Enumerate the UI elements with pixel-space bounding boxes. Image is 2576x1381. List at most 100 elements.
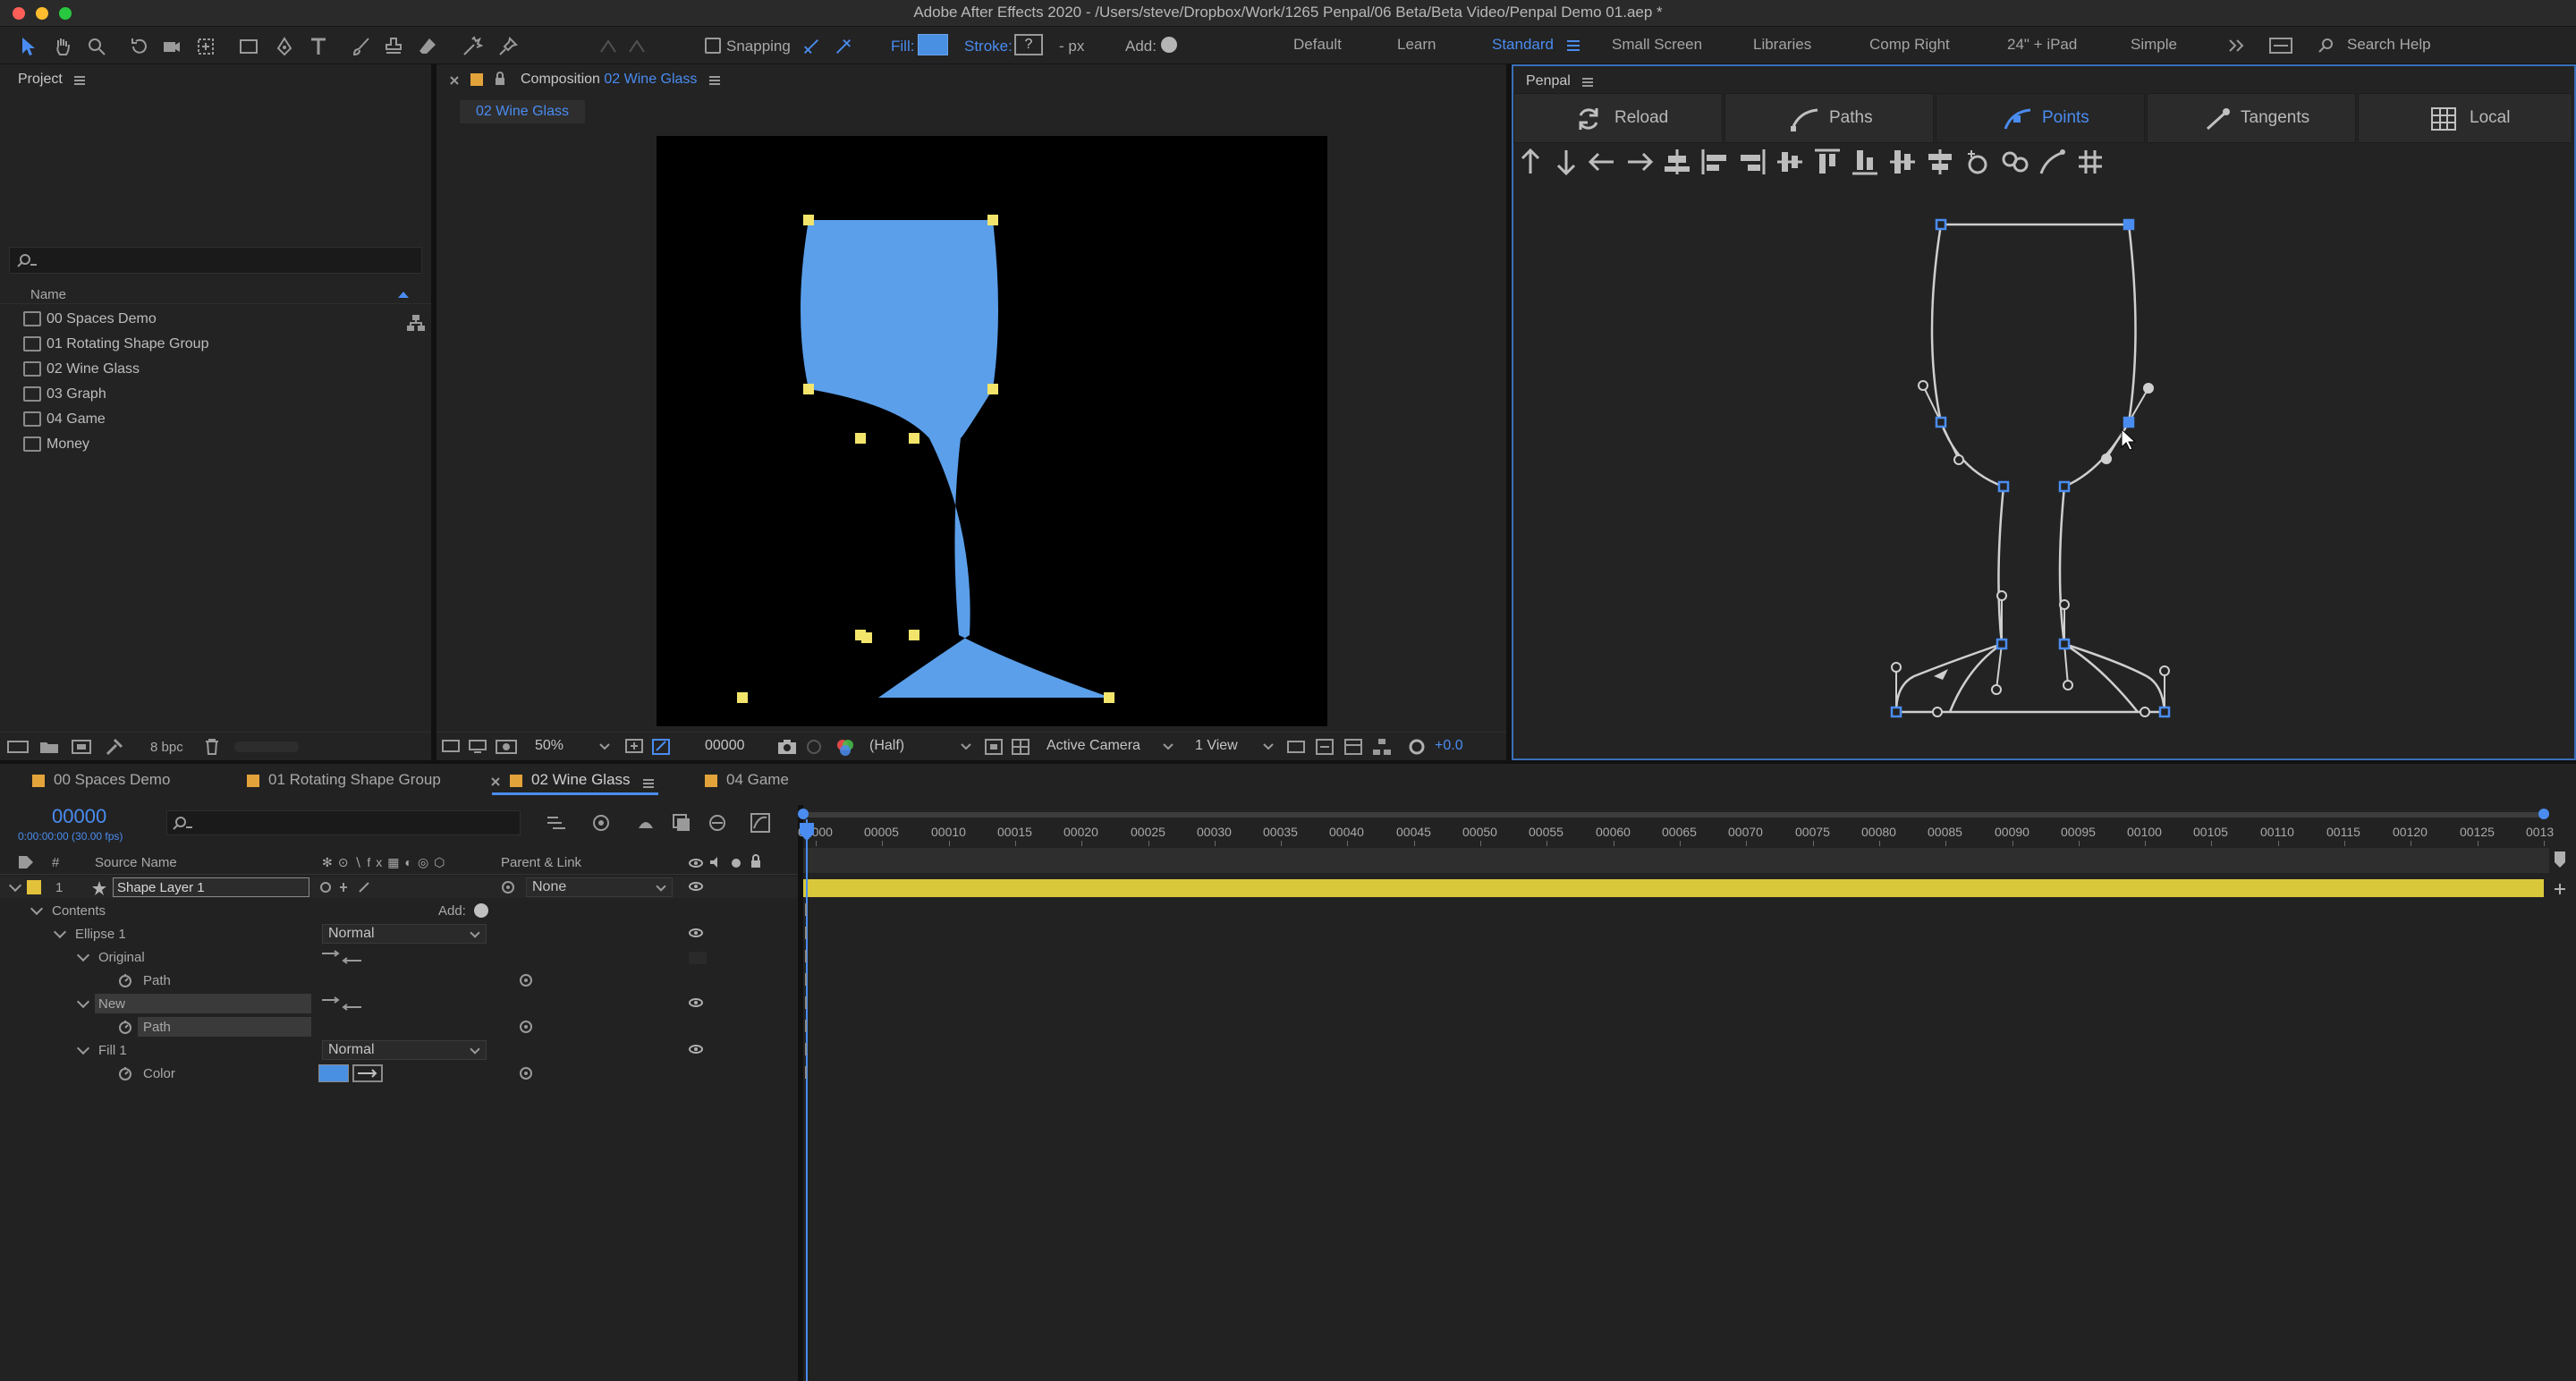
clone-stamp-tool-icon[interactable] <box>383 36 404 57</box>
timeline-icon[interactable] <box>1343 738 1363 756</box>
timeline-search-input[interactable] <box>166 810 521 835</box>
workspace-small-screen[interactable]: Small Screen <box>1612 36 1702 54</box>
resolution-select[interactable]: (Half) <box>869 738 904 754</box>
layer-row-shape-layer-1[interactable]: 1 Shape Layer 1 None <box>0 877 798 898</box>
fast-previews-icon[interactable] <box>1315 738 1335 756</box>
project-item-00-spaces-demo[interactable]: 00 Spaces Demo <box>23 311 157 335</box>
arrow-left-icon[interactable] <box>1587 147 1617 177</box>
composition-breadcrumb[interactable]: 02 Wine Glass <box>460 100 585 123</box>
vr-preview-icon[interactable] <box>469 740 487 754</box>
arrow-down-icon[interactable] <box>1551 147 1581 177</box>
project-column-header[interactable]: Name <box>0 284 431 304</box>
align-right-icon[interactable] <box>1737 147 1767 177</box>
align-vertical-center-icon[interactable] <box>1887 147 1918 177</box>
channel-rgb-icon[interactable] <box>835 738 855 758</box>
parent-dropdown[interactable]: None <box>526 877 673 897</box>
ellipse-blend-mode-dropdown[interactable]: Normal <box>322 924 487 944</box>
path-direction-icon[interactable] <box>320 996 365 1011</box>
distribute-horizontal-icon[interactable] <box>1775 147 1805 177</box>
stopwatch-icon[interactable] <box>118 973 132 987</box>
workspace-menu-icon[interactable] <box>1565 38 1581 54</box>
search-help-input[interactable]: Search Help <box>2347 36 2431 54</box>
chevron-down-icon[interactable] <box>1263 743 1274 750</box>
source-name-header[interactable]: Source Name <box>95 855 177 870</box>
extend-handles-icon[interactable] <box>2000 147 2030 177</box>
original-row[interactable]: Original <box>0 946 798 968</box>
timeline-tab-02-wine-glass[interactable]: 02 Wine Glass <box>510 771 631 789</box>
chevron-down-icon[interactable] <box>1163 743 1174 750</box>
pen-tool-icon[interactable] <box>274 36 295 57</box>
path-direction-icon[interactable] <box>320 950 365 964</box>
local-button[interactable]: Local <box>2358 93 2572 143</box>
lock-icon[interactable] <box>494 72 506 86</box>
arrow-right-icon[interactable] <box>1624 147 1655 177</box>
fill-color-row[interactable]: Color <box>0 1063 798 1084</box>
new-expand-chevron[interactable] <box>76 995 90 1009</box>
zoom-select[interactable]: 50% <box>535 738 564 754</box>
timeline-tab-04-game[interactable]: 04 Game <box>705 771 789 789</box>
timeline-tab-00-spaces-demo[interactable]: 00 Spaces Demo <box>32 771 170 789</box>
thumbnail-size-slider[interactable] <box>234 741 299 752</box>
fit-frame-icon[interactable] <box>624 738 644 756</box>
composition-panel-menu-icon[interactable] <box>708 75 721 86</box>
time-ruler[interactable]: 00000 00005 00010 00015 00020 00025 00030 00035… <box>798 821 2554 846</box>
transparency-grid-icon[interactable] <box>1011 738 1030 756</box>
stopwatch-icon[interactable] <box>118 1066 132 1080</box>
work-area-start-handle[interactable] <box>798 809 809 819</box>
new-visibility-icon[interactable] <box>689 998 703 1007</box>
graph-editor-icon[interactable] <box>750 812 771 834</box>
show-snapshot-icon[interactable] <box>805 738 823 756</box>
fill-expand-chevron[interactable] <box>76 1041 90 1055</box>
snap-grid-icon[interactable] <box>2075 147 2106 177</box>
project-item-03-graph[interactable]: 03 Graph <box>23 386 106 410</box>
puppet-pin-tool-icon[interactable] <box>497 36 519 57</box>
brush-tool-icon[interactable] <box>351 36 372 57</box>
interpret-footage-icon[interactable] <box>7 740 29 754</box>
align-left-icon[interactable] <box>1699 147 1730 177</box>
shy-layers-icon[interactable] <box>635 812 657 834</box>
sync-settings-icon[interactable] <box>2268 36 2293 55</box>
pan-behind-tool-icon[interactable] <box>195 36 216 57</box>
project-item-01-rotating-shape-group[interactable]: 01 Rotating Shape Group <box>23 336 208 360</box>
project-item-money[interactable]: Money <box>23 436 89 460</box>
layer-visibility-icon[interactable] <box>689 882 703 891</box>
camera-select[interactable]: Active Camera <box>1046 738 1140 754</box>
selection-tool-icon[interactable] <box>18 36 39 57</box>
axis-local-icon[interactable] <box>597 36 619 57</box>
ellipse-expand-chevron[interactable] <box>53 925 67 939</box>
points-button[interactable]: Points <box>1936 93 2145 143</box>
penpal-path-preview[interactable] <box>1860 202 2308 739</box>
timeline-menu-icon[interactable] <box>642 778 655 789</box>
region-of-interest-icon[interactable] <box>984 738 1004 756</box>
project-item-02-wine-glass[interactable]: 02 Wine Glass <box>23 361 140 385</box>
exposure-value[interactable]: +0.0 <box>1435 738 1463 754</box>
workspace-standard[interactable]: Standard <box>1492 36 1554 54</box>
new-composition-icon[interactable] <box>72 740 91 754</box>
fill-color-swatch[interactable] <box>918 34 948 55</box>
adjust-settings-icon[interactable] <box>106 738 123 756</box>
reset-exposure-icon[interactable] <box>1408 738 1426 756</box>
snapshot-camera-icon[interactable] <box>776 738 798 756</box>
workspace-learn[interactable]: Learn <box>1397 36 1436 54</box>
align-top-icon[interactable] <box>1812 147 1843 177</box>
current-time-display[interactable]: 00000 <box>705 738 745 754</box>
layer-name-field[interactable]: Shape Layer 1 <box>113 877 309 897</box>
workspace-comp-right[interactable]: Comp Right <box>1869 36 1950 54</box>
stopwatch-icon[interactable] <box>118 1020 132 1034</box>
chevron-down-icon[interactable] <box>599 743 610 750</box>
sort-ascending-icon[interactable] <box>397 290 410 299</box>
paths-button[interactable]: Paths <box>1724 93 1934 143</box>
contents-row[interactable]: Contents Add: <box>0 900 798 921</box>
eyedropper-icon[interactable] <box>352 1064 383 1082</box>
zoom-tool-icon[interactable] <box>86 36 107 57</box>
retract-handles-icon[interactable] <box>1962 147 1993 177</box>
rectangle-tool-icon[interactable] <box>238 36 259 57</box>
distribute-vertical-icon[interactable] <box>1925 147 1955 177</box>
contents-expand-chevron[interactable] <box>30 902 44 916</box>
playhead-handle[interactable] <box>798 821 816 843</box>
project-item-04-game[interactable]: 04 Game <box>23 411 106 435</box>
always-preview-icon[interactable] <box>442 740 460 754</box>
fill-blend-mode-dropdown[interactable]: Normal <box>322 1040 487 1060</box>
composition-viewer[interactable] <box>657 136 1327 726</box>
draft-3d-icon[interactable] <box>590 812 612 834</box>
